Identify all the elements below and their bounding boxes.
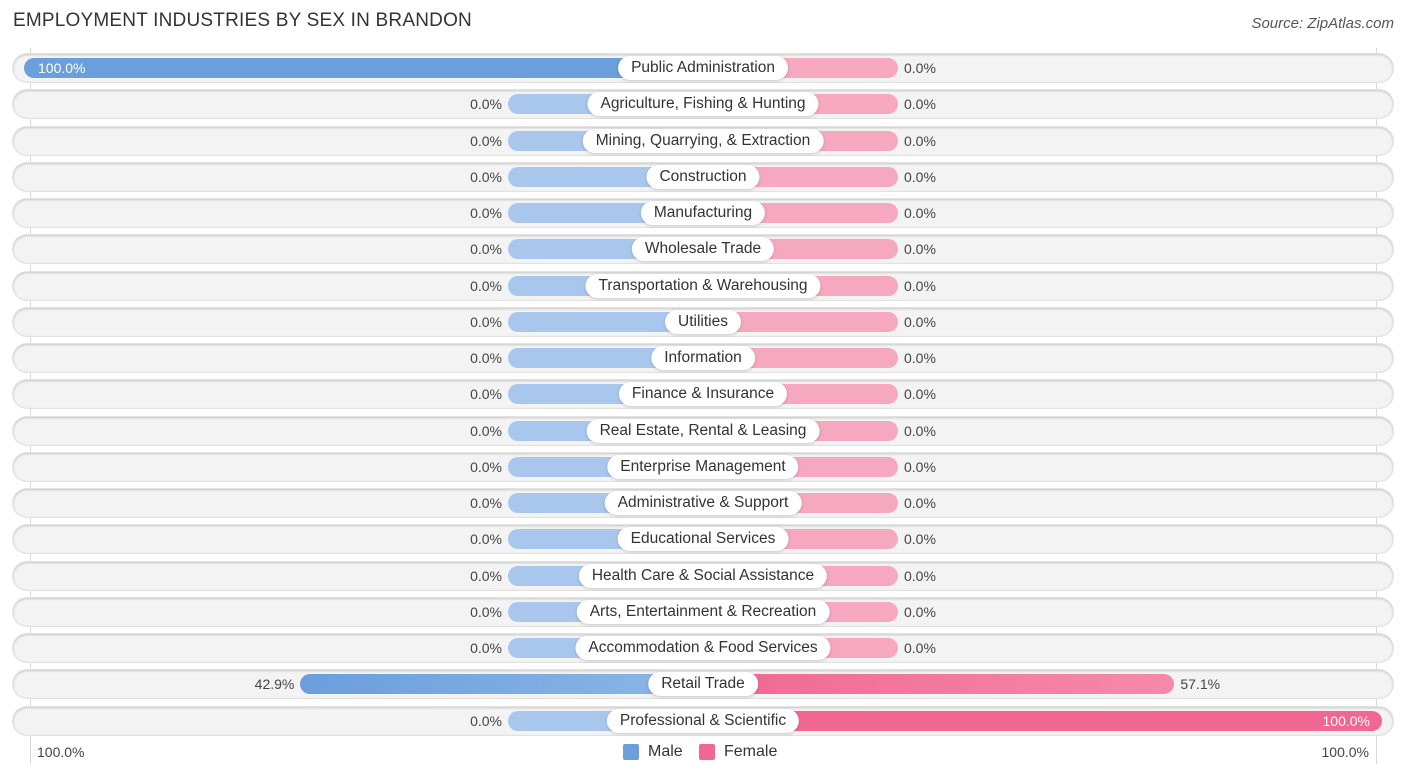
value-label-female: 0.0% [904, 205, 936, 221]
value-label-male: 0.0% [470, 132, 502, 149]
category-label: Health Care & Social Assistance [578, 563, 828, 588]
bar-male[interactable] [24, 58, 703, 78]
value-label-male: 0.0% [470, 567, 502, 584]
legend-item-female[interactable]: Female [699, 743, 777, 761]
category-label: Accommodation & Food Services [575, 636, 831, 660]
category-label: Enterprise Management [607, 454, 799, 479]
value-label-female: 0.0% [904, 531, 936, 548]
value-label-female: 0.0% [904, 96, 936, 113]
legend: Male Female [0, 743, 1406, 763]
value-label-male: 0.0% [470, 241, 502, 258]
legend-label-female: Female [724, 743, 778, 760]
legend-label-male: Male [648, 743, 683, 760]
value-label-male: 0.0% [470, 531, 502, 548]
category-label: Transportation & Warehousing [585, 273, 821, 298]
category-label: Arts, Entertainment & Recreation [576, 599, 830, 624]
category-label: Manufacturing [640, 201, 766, 225]
category-label: Construction [646, 164, 760, 189]
value-label-male: 0.0% [470, 168, 502, 185]
value-label-female: 0.0% [904, 386, 936, 403]
category-label: Finance & Insurance [618, 382, 788, 407]
bar-male[interactable] [300, 674, 703, 695]
value-label-male: 0.0% [470, 422, 502, 439]
category-label: Real Estate, Rental & Leasing [586, 418, 820, 443]
value-label-female: 0.0% [904, 458, 936, 475]
category-label: Public Administration [618, 56, 788, 80]
value-label-female: 0.0% [904, 241, 936, 258]
value-label-male: 0.0% [470, 640, 502, 656]
legend-item-male[interactable]: Male [623, 743, 683, 761]
value-label-male: 0.0% [470, 313, 502, 330]
category-label: Wholesale Trade [631, 237, 775, 262]
value-label-female: 0.0% [904, 168, 936, 185]
value-label-male: 0.0% [470, 205, 502, 221]
value-label-male: 42.9% [254, 676, 295, 693]
value-label-male: 0.0% [470, 350, 502, 366]
value-label-male: 100.0% [38, 60, 86, 76]
value-label-female: 0.0% [904, 422, 936, 439]
value-label-female: 0.0% [904, 313, 936, 330]
category-label: Utilities [665, 309, 741, 334]
value-label-female: 0.0% [904, 277, 936, 294]
value-label-female: 0.0% [904, 495, 936, 511]
value-label-male: 0.0% [470, 712, 502, 729]
value-label-female: 0.0% [904, 567, 936, 584]
value-label-male: 0.0% [470, 458, 502, 475]
value-label-male: 0.0% [470, 277, 502, 294]
category-label: Retail Trade [648, 672, 758, 697]
value-label-female: 100.0% [1322, 712, 1370, 729]
category-label: Mining, Quarrying, & Extraction [582, 128, 824, 153]
value-label-male: 0.0% [470, 603, 502, 620]
value-label-female: 0.0% [904, 132, 936, 149]
legend-swatch-male [623, 744, 639, 760]
value-label-male: 0.0% [470, 96, 502, 113]
category-label: Professional & Scientific [606, 708, 800, 733]
category-label: Administrative & Support [604, 491, 802, 515]
value-label-male: 0.0% [470, 495, 502, 511]
value-label-female: 0.0% [904, 350, 936, 366]
category-label: Agriculture, Fishing & Hunting [587, 92, 819, 117]
bar-female[interactable] [703, 710, 1382, 731]
bar-female[interactable] [703, 674, 1175, 695]
value-label-female: 0.0% [904, 603, 936, 620]
value-label-male: 0.0% [470, 386, 502, 403]
value-label-female: 57.1% [1180, 676, 1221, 693]
value-label-female: 0.0% [904, 60, 936, 76]
legend-swatch-female [699, 744, 715, 760]
category-label: Educational Services [617, 527, 789, 552]
category-label: Information [651, 346, 755, 370]
chart-area: 100.0% 0.0% Public Administration 0.0% 0.0% A… [0, 0, 1406, 776]
value-label-female: 0.0% [904, 640, 936, 656]
